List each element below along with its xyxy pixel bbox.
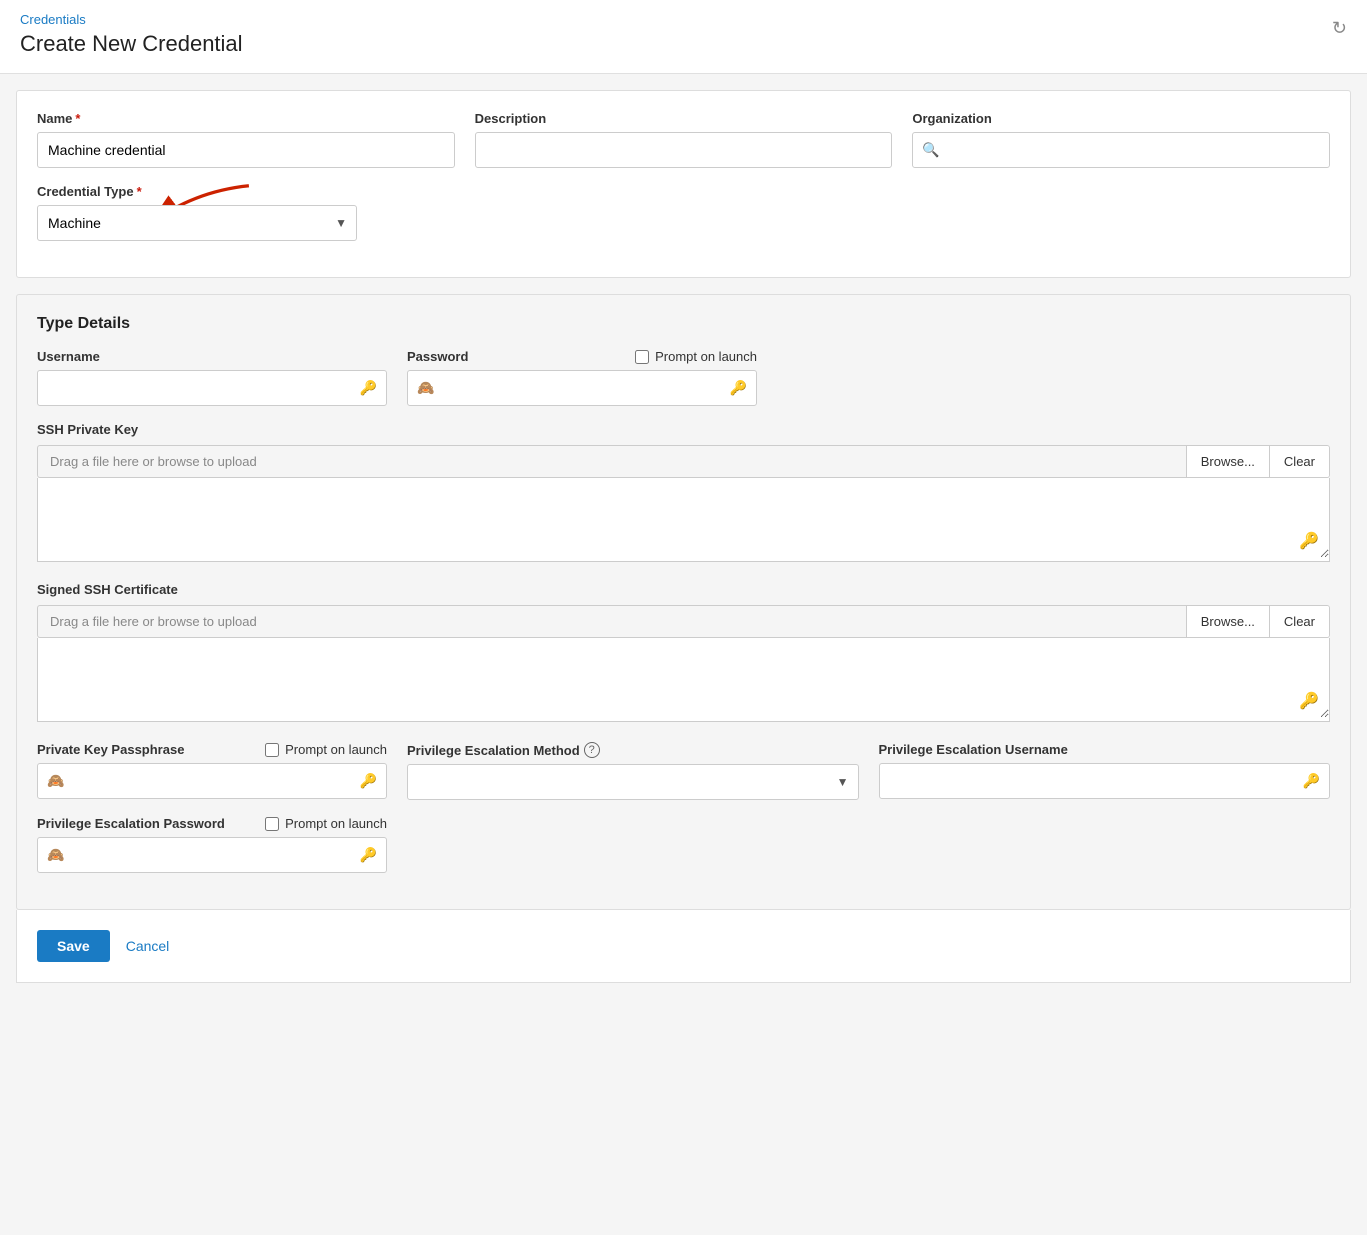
username-input-wrapper: 🔑: [37, 370, 387, 406]
privilege-escalation-username-wrapper: 🔑: [879, 763, 1331, 799]
page-title: Create New Credential: [20, 31, 1347, 57]
ssh-clear-button[interactable]: Clear: [1269, 446, 1329, 477]
passphrase-prompt-label: Prompt on launch: [285, 742, 387, 757]
privilege-escalation-method-group: Privilege Escalation Method ? sudo su pb…: [407, 742, 859, 800]
privilege-escalation-method-select[interactable]: sudo su pbrun: [407, 764, 859, 800]
signed-ssh-key-icon[interactable]: 🔑: [1299, 691, 1319, 711]
ssh-browse-button[interactable]: Browse...: [1186, 446, 1269, 477]
privilege-escalation-username-input[interactable]: [879, 763, 1331, 799]
ssh-private-key-upload-row: Drag a file here or browse to upload Bro…: [37, 445, 1330, 478]
credential-type-label: Credential Type*: [37, 184, 357, 199]
privilege-password-prompt-wrapper: Prompt on launch: [265, 816, 387, 831]
org-input-wrapper: 🔍: [912, 132, 1330, 168]
privilege-password-key-icon[interactable]: 🔑: [360, 847, 377, 864]
description-input[interactable]: [475, 132, 893, 168]
privilege-escalation-password-label: Privilege Escalation Password: [37, 816, 225, 831]
passphrase-input-wrapper: 🙈 🔑: [37, 763, 387, 799]
name-input[interactable]: [37, 132, 455, 168]
password-prompt-label: Prompt on launch: [655, 349, 757, 364]
passphrase-eye-slash-icon[interactable]: 🙈: [47, 773, 64, 790]
credential-type-select[interactable]: Machine Source Control Amazon Web Servic…: [37, 205, 357, 241]
passphrase-privilege-row: Private Key Passphrase Prompt on launch …: [37, 742, 1330, 800]
private-key-passphrase-label: Private Key Passphrase: [37, 742, 184, 757]
username-group: Username 🔑: [37, 349, 387, 406]
ssh-private-key-textarea[interactable]: [38, 478, 1329, 558]
credential-type-select-wrapper: Machine Source Control Amazon Web Servic…: [37, 205, 357, 241]
breadcrumb[interactable]: Credentials: [20, 12, 1347, 27]
privilege-password-input-wrapper: 🙈 🔑: [37, 837, 387, 873]
name-label: Name*: [37, 111, 455, 126]
passphrase-input[interactable]: [37, 763, 387, 799]
username-key-icon[interactable]: 🔑: [360, 380, 377, 397]
organization-label: Organization: [912, 111, 1330, 126]
privilege-escalation-username-group: Privilege Escalation Username 🔑: [879, 742, 1331, 800]
privilege-password-prompt-label: Prompt on launch: [285, 816, 387, 831]
passphrase-prompt-checkbox[interactable]: [265, 743, 279, 757]
description-label: Description: [475, 111, 893, 126]
history-icon[interactable]: ↻: [1332, 18, 1347, 39]
save-button[interactable]: Save: [37, 930, 110, 962]
main-content: Name* Description Organization 🔍 Credent: [0, 74, 1367, 999]
type-details-title: Type Details: [37, 315, 1330, 333]
name-required: *: [75, 111, 80, 126]
username-input[interactable]: [37, 370, 387, 406]
signed-ssh-textarea[interactable]: [38, 638, 1329, 718]
credential-type-group: Credential Type* Machine Source Control …: [37, 184, 357, 241]
ssh-private-key-section: SSH Private Key Drag a file here or brow…: [37, 422, 1330, 562]
ssh-private-key-placeholder: Drag a file here or browse to upload: [38, 446, 1186, 477]
username-password-row: Username 🔑 Password Prompt on launch 🙈: [37, 349, 1330, 406]
description-group: Description: [475, 111, 893, 168]
organization-group: Organization 🔍: [912, 111, 1330, 168]
signed-ssh-placeholder: Drag a file here or browse to upload: [38, 606, 1186, 637]
password-input[interactable]: [407, 370, 757, 406]
ssh-private-key-textarea-wrapper: 🔑: [37, 478, 1330, 562]
ssh-private-key-icon[interactable]: 🔑: [1299, 531, 1319, 551]
signed-ssh-textarea-wrapper: 🔑: [37, 638, 1330, 722]
ssh-private-key-label: SSH Private Key: [37, 422, 1330, 437]
privilege-escalation-method-label: Privilege Escalation Method: [407, 743, 580, 758]
org-search-icon: 🔍: [922, 142, 939, 159]
privilege-escalation-method-select-wrapper: sudo su pbrun ▼: [407, 764, 859, 800]
private-key-passphrase-group: Private Key Passphrase Prompt on launch …: [37, 742, 387, 800]
footer-section: Save Cancel: [16, 910, 1351, 983]
credential-type-required: *: [137, 184, 142, 199]
signed-ssh-browse-button[interactable]: Browse...: [1186, 606, 1269, 637]
privilege-escalation-method-help-icon[interactable]: ?: [584, 742, 600, 758]
type-details-section: Type Details Username 🔑 Password Prompt …: [16, 294, 1351, 910]
privilege-password-eye-slash-icon[interactable]: 🙈: [47, 847, 64, 864]
password-prompt-wrapper: Prompt on launch: [635, 349, 757, 364]
signed-ssh-clear-button[interactable]: Clear: [1269, 606, 1329, 637]
password-input-wrapper: 🙈 🔑: [407, 370, 757, 406]
top-form-row: Name* Description Organization 🔍: [37, 111, 1330, 168]
privilege-username-key-icon[interactable]: 🔑: [1303, 773, 1320, 790]
organization-input[interactable]: [912, 132, 1330, 168]
cancel-link[interactable]: Cancel: [126, 938, 170, 954]
username-label: Username: [37, 349, 387, 364]
privilege-escalation-password-group: Privilege Escalation Password Prompt on …: [37, 816, 387, 873]
password-key-icon[interactable]: 🔑: [730, 380, 747, 397]
passphrase-prompt-wrapper: Prompt on launch: [265, 742, 387, 757]
signed-ssh-cert-section: Signed SSH Certificate Drag a file here …: [37, 582, 1330, 722]
privilege-password-row: Privilege Escalation Password Prompt on …: [37, 816, 1330, 873]
privilege-escalation-username-label: Privilege Escalation Username: [879, 742, 1331, 757]
signed-ssh-cert-label: Signed SSH Certificate: [37, 582, 1330, 597]
credential-type-row: Credential Type* Machine Source Control …: [37, 184, 1330, 241]
password-eye-slash-icon[interactable]: 🙈: [417, 380, 434, 397]
page-header: Credentials Create New Credential ↻: [0, 0, 1367, 74]
form-card: Name* Description Organization 🔍 Credent: [16, 90, 1351, 278]
privilege-escalation-password-input[interactable]: [37, 837, 387, 873]
password-group: Password Prompt on launch 🙈 🔑: [407, 349, 757, 406]
password-label: Password: [407, 349, 468, 364]
privilege-password-prompt-checkbox[interactable]: [265, 817, 279, 831]
password-prompt-checkbox[interactable]: [635, 350, 649, 364]
name-group: Name*: [37, 111, 455, 168]
signed-ssh-upload-row: Drag a file here or browse to upload Bro…: [37, 605, 1330, 638]
passphrase-key-icon[interactable]: 🔑: [360, 773, 377, 790]
